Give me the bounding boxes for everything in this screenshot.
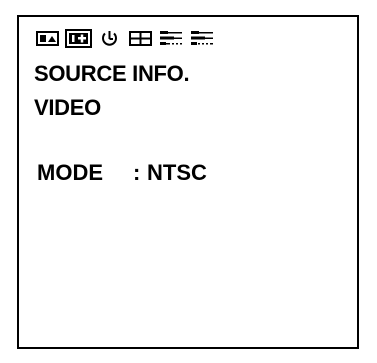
menu-title: SOURCE INFO.: [34, 61, 190, 86]
menu-subtitle: VIDEO: [34, 95, 101, 120]
mode-separator: :: [133, 160, 141, 185]
mode-label: MODE: [37, 160, 103, 185]
screen-layout-icon: [129, 30, 152, 46]
tab-screen-layout[interactable]: [127, 29, 154, 48]
menu-tab-bar: [34, 27, 216, 49]
mode-info-row: MODE : NTSC: [37, 160, 207, 186]
picture-adjust-icon: [36, 30, 59, 46]
source-info-icon: [67, 30, 90, 46]
tab-picture-adjust[interactable]: [34, 29, 61, 48]
power-timer-icon: [102, 31, 117, 46]
tab-source-info[interactable]: [65, 28, 92, 48]
tab-setup[interactable]: [158, 29, 185, 48]
setup-sliders-alt-icon: [191, 31, 213, 45]
tab-setup-advanced[interactable]: [189, 29, 216, 48]
mode-value: NTSC: [147, 160, 207, 185]
setup-sliders-icon: [160, 31, 182, 45]
tab-power-timer[interactable]: [96, 29, 123, 48]
osd-menu-panel: SOURCE INFO. VIDEO MODE : NTSC: [17, 15, 359, 349]
